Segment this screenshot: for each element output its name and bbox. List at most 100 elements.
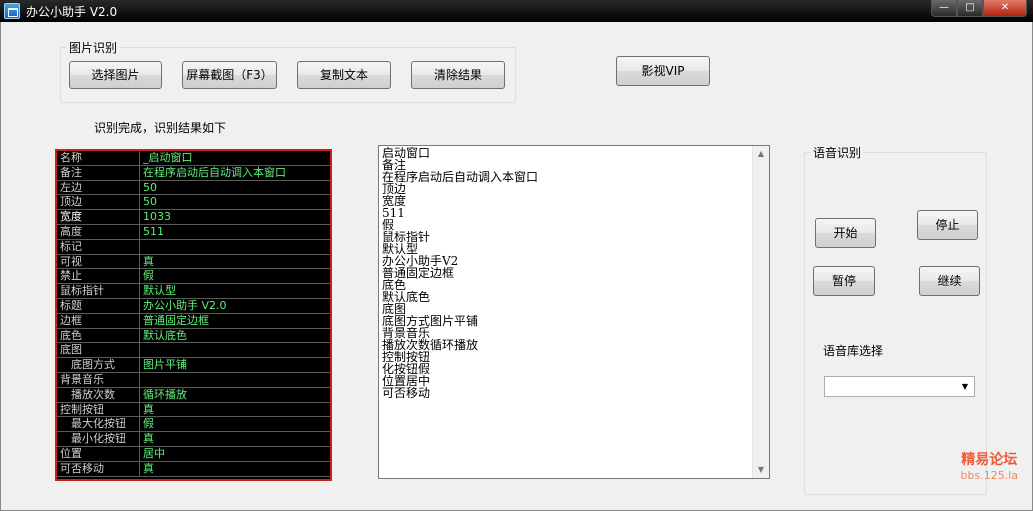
start-button[interactable]: 开始 bbox=[815, 218, 876, 248]
property-name: 控制按钮 bbox=[57, 402, 140, 417]
close-button[interactable]: ✕ bbox=[983, 0, 1027, 17]
property-value[interactable]: 真 bbox=[143, 255, 330, 269]
property-value[interactable]: 在程序启动后自动调入本窗口 bbox=[143, 166, 330, 180]
property-value[interactable]: 图片平铺 bbox=[143, 358, 330, 372]
property-row[interactable]: 备注 在程序启动后自动调入本窗口 bbox=[57, 165, 330, 181]
property-value[interactable]: 511 bbox=[143, 225, 330, 239]
result-line: 启动窗口 bbox=[382, 147, 431, 159]
library-select[interactable]: ▼ bbox=[824, 376, 975, 397]
minimize-button[interactable]: — bbox=[931, 0, 957, 17]
property-row[interactable]: 边框 普通固定边框 bbox=[57, 313, 330, 329]
property-row[interactable]: 标记 bbox=[57, 239, 330, 255]
property-value[interactable]: 假 bbox=[143, 417, 330, 431]
property-value[interactable]: 居中 bbox=[143, 447, 330, 461]
property-row[interactable]: 控制按钮真 bbox=[57, 402, 330, 418]
property-row[interactable]: 禁止假 bbox=[57, 269, 330, 285]
property-row[interactable]: 标题 办公小助手 V2.0 bbox=[57, 299, 330, 314]
property-name: 宽度 bbox=[57, 210, 140, 224]
result-line: 鼠标指针 bbox=[382, 231, 431, 243]
property-row[interactable]: 左边 50 bbox=[57, 180, 330, 196]
property-value[interactable]: 假 bbox=[143, 269, 330, 283]
property-name: 高度 bbox=[57, 225, 140, 239]
watermark-url: bbs.125.la bbox=[960, 469, 1018, 482]
title-bar[interactable]: 办公小助手 V2.0 — □ ✕ bbox=[0, 0, 1033, 22]
select-image-button[interactable]: 选择图片 bbox=[69, 61, 162, 89]
property-name: 最小化按钮 bbox=[57, 432, 140, 446]
stop-button[interactable]: 停止 bbox=[917, 210, 978, 240]
scroll-up-icon[interactable]: ▲ bbox=[753, 146, 769, 162]
property-value[interactable]: 50 bbox=[143, 195, 330, 209]
property-name: 底图 bbox=[57, 343, 140, 358]
watermark-title: 精易论坛 bbox=[961, 452, 1018, 468]
result-line: 顶边 bbox=[382, 183, 407, 195]
property-row[interactable]: 底图 bbox=[57, 343, 330, 359]
property-value[interactable]: 办公小助手 V2.0 bbox=[143, 299, 330, 313]
result-line: 假 bbox=[382, 219, 395, 231]
property-value[interactable]: 1033 bbox=[143, 210, 330, 224]
property-name: 位置 bbox=[57, 447, 140, 461]
result-line: 播放次数循环播放 bbox=[382, 339, 479, 351]
property-name: 名称 bbox=[57, 151, 140, 165]
scroll-down-icon[interactable]: ▼ bbox=[753, 462, 769, 478]
property-value[interactable]: _启动窗口 bbox=[143, 151, 330, 165]
window-controls: — □ ✕ bbox=[931, 0, 1027, 17]
chevron-down-icon[interactable]: ▼ bbox=[958, 379, 972, 394]
property-row[interactable]: 位置 居中 bbox=[57, 447, 330, 462]
property-row[interactable]: 宽度 1033 bbox=[57, 210, 330, 225]
property-value[interactable]: 真 bbox=[143, 432, 330, 446]
result-text-lines: 启动窗口 备注 在程序启动后自动调入本窗口 顶边 宽度 511 假鼠标指针 默认型 办公小助手V… bbox=[382, 147, 752, 399]
clear-result-button[interactable]: 清除结果 bbox=[411, 61, 505, 89]
property-value[interactable]: 循环播放 bbox=[143, 388, 330, 402]
property-grid[interactable]: 名称 _启动窗口 备注 在程序启动后自动调入本窗口 左边 50 顶边 50 宽度 1033 高度 51… bbox=[55, 149, 332, 481]
property-name: 备注 bbox=[57, 165, 140, 180]
property-name: 底图方式 bbox=[57, 358, 140, 372]
property-value[interactable]: 50 bbox=[143, 181, 330, 195]
property-value[interactable]: 真 bbox=[143, 462, 330, 476]
client-area: 图片识别 选择图片 屏幕截图（F3） 复制文本 清除结果 影视VIP 识别完成，… bbox=[0, 22, 1033, 511]
property-name: 可视 bbox=[57, 254, 140, 269]
result-line: 底色 bbox=[382, 279, 407, 291]
property-row[interactable]: 高度 511 bbox=[57, 225, 330, 240]
window-title: 办公小助手 V2.0 bbox=[26, 5, 118, 19]
property-row[interactable]: 底图方式 图片平铺 bbox=[57, 358, 330, 373]
property-value[interactable]: 默认底色 bbox=[143, 329, 330, 343]
property-row[interactable]: 底色 默认底色 bbox=[57, 328, 330, 344]
property-value[interactable]: 默认型 bbox=[143, 284, 330, 298]
result-line: 底图方式图片平铺 bbox=[382, 315, 479, 327]
result-scrollbar[interactable]: ▲ ▼ bbox=[752, 146, 769, 478]
screenshot-button[interactable]: 屏幕截图（F3） bbox=[182, 61, 277, 89]
property-row[interactable]: 最大化按钮假 bbox=[57, 417, 330, 433]
property-row[interactable]: 鼠标指针 默认型 bbox=[57, 284, 330, 299]
result-line: 511 bbox=[382, 207, 405, 219]
property-value[interactable]: 真 bbox=[143, 403, 330, 417]
result-line: 宽度 bbox=[382, 195, 407, 207]
property-value[interactable] bbox=[143, 373, 330, 387]
property-row[interactable]: 顶边 50 bbox=[57, 195, 330, 211]
pause-button[interactable]: 暂停 bbox=[813, 266, 875, 296]
property-row[interactable]: 播放次数 循环播放 bbox=[57, 387, 330, 403]
result-line: 默认底色 bbox=[382, 291, 431, 303]
property-value[interactable] bbox=[143, 240, 330, 254]
property-row[interactable]: 可视真 bbox=[57, 254, 330, 270]
copy-text-button[interactable]: 复制文本 bbox=[297, 61, 391, 89]
property-row[interactable]: 背景音乐 bbox=[57, 373, 330, 388]
watermark: 精易论坛 bbs.125.la bbox=[961, 449, 1018, 482]
property-row[interactable]: 名称 _启动窗口 bbox=[57, 151, 330, 166]
result-line: 背景音乐 bbox=[382, 327, 431, 339]
resume-button[interactable]: 继续 bbox=[919, 266, 980, 296]
vip-video-button[interactable]: 影视VIP bbox=[616, 56, 710, 86]
result-textbox[interactable]: 启动窗口 备注 在程序启动后自动调入本窗口 顶边 宽度 511 假鼠标指针 默认型 办公小助手V… bbox=[378, 145, 770, 479]
property-value[interactable]: 普通固定边框 bbox=[143, 314, 330, 328]
property-name: 可否移动 bbox=[57, 461, 140, 476]
property-row[interactable]: 最小化按钮真 bbox=[57, 432, 330, 447]
property-name: 标记 bbox=[57, 239, 140, 254]
property-name: 播放次数 bbox=[57, 387, 140, 402]
result-line: 普通固定边框 bbox=[382, 267, 455, 279]
result-line: 可否移动 bbox=[382, 387, 431, 399]
property-row[interactable]: 可否移动真 bbox=[57, 461, 330, 477]
maximize-button[interactable]: □ bbox=[957, 0, 983, 17]
property-name: 底色 bbox=[57, 328, 140, 343]
property-value[interactable] bbox=[143, 343, 330, 357]
result-line: 控制按钮 bbox=[382, 351, 431, 363]
result-line: 默认型 bbox=[382, 243, 419, 255]
